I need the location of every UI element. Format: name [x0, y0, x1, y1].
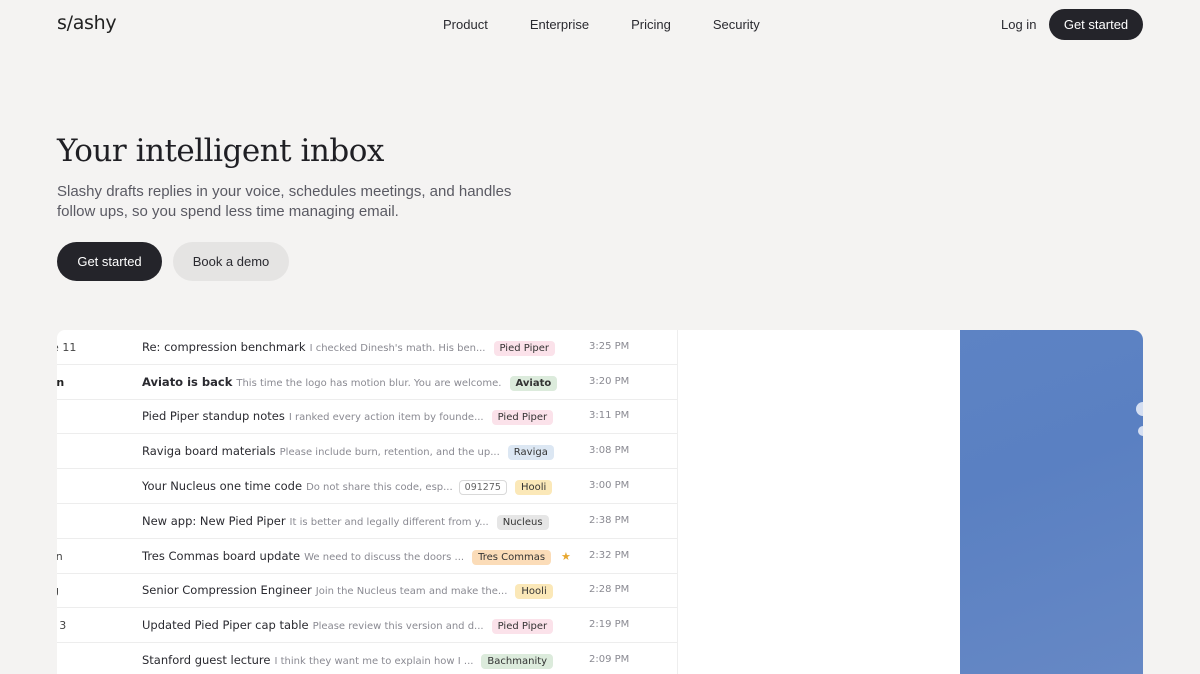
login-link[interactable]: Log in [1001, 17, 1036, 32]
email-subject: Raviga board materials [142, 444, 276, 458]
email-preview: Do not share this code, esp... [306, 482, 453, 493]
email-sender: an [57, 550, 63, 563]
email-list: le 11 Re: compression benchmarkI checked … [57, 330, 677, 674]
star-icon[interactable]: ★ [561, 550, 571, 563]
reading-pane [677, 330, 960, 674]
email-time: 2:28 PM [589, 584, 630, 595]
email-label-tag[interactable]: Bachmanity [481, 654, 554, 669]
email-subject: Re: compression benchmark [142, 340, 306, 354]
email-time: 3:20 PM [589, 376, 630, 387]
email-subject-line: Re: compression benchmark I checked Dines… [142, 340, 555, 356]
inbox-preview: le 11 Re: compression benchmarkI checked … [57, 330, 1143, 674]
email-time: 3:00 PM [589, 480, 630, 491]
email-time: 2:19 PM [589, 619, 630, 630]
email-subject-line: Tres Commas board update We need to discu… [142, 549, 552, 565]
email-row[interactable]: ıg Senior Compression EngineerJoin the Nu… [57, 573, 677, 608]
email-time: 3:11 PM [589, 410, 630, 421]
email-label-tag[interactable]: Tres Commas [472, 550, 552, 565]
email-label-tag[interactable]: Nucleus [496, 515, 549, 530]
email-subject: Aviato is back [142, 375, 233, 389]
email-row[interactable]: 2Raviga board materialsPlease include bu… [57, 434, 677, 469]
hero-title: Your intelligent inbox [57, 133, 384, 169]
email-row[interactable]: an Aviato is backThis time the logo has m… [57, 365, 677, 400]
nav-link-enterprise[interactable]: Enterprise [530, 17, 589, 32]
email-subject-line: New app: New Pied Piper It is better and … [142, 514, 549, 530]
book-demo-button[interactable]: Book a demo [173, 242, 289, 281]
email-sender: an [57, 376, 65, 389]
email-preview: It is better and legally different from … [289, 517, 489, 528]
email-row[interactable]: Pied Piper standup notes I ranked every a… [57, 399, 677, 434]
email-subject-line: Stanford guest lecture I think they want … [142, 653, 554, 669]
email-preview: I think they want me to explain how I ..… [274, 656, 474, 667]
email-label-tag[interactable]: Hooli [514, 480, 553, 495]
email-preview: Please review this version and d... [312, 621, 484, 632]
email-preview: I ranked every action item by founde... [288, 412, 484, 423]
email-subject: Pied Piper standup notes [142, 409, 285, 423]
email-preview: We need to discuss the doors ... [304, 552, 465, 563]
email-label-tag[interactable]: Pied Piper [491, 619, 554, 634]
sky-photo [960, 330, 1143, 674]
nav-links: Product Enterprise Pricing Security [443, 17, 802, 32]
email-subject: New app: New Pied Piper [142, 514, 286, 528]
email-label-tag[interactable]: Hooli [515, 584, 553, 599]
email-row[interactable]: Stanford guest lecture I think they want … [57, 643, 677, 674]
nav-link-product[interactable]: Product [443, 17, 488, 32]
email-preview: This time the logo has motion blur. You … [236, 378, 502, 389]
logo[interactable]: s/ashy [57, 12, 117, 34]
email-preview: I checked Dinesh's math. His ben... [309, 343, 486, 354]
get-started-button[interactable]: Get started [57, 242, 162, 281]
email-preview: Join the Nucleus team and make the... [315, 586, 508, 597]
nav-get-started-button[interactable]: Get started [1049, 9, 1143, 40]
email-subject-line: Raviga board materials Please include bur… [142, 444, 554, 460]
email-subject-line: Aviato is back This time the logo has mot… [142, 375, 558, 391]
hero-subtitle: Slashy drafts replies in your voice, sch… [57, 183, 512, 220]
email-subject-line: Your Nucleus one time code Do not share t… [142, 479, 553, 495]
email-time: 3:25 PM [589, 341, 630, 352]
email-sender: ıg [57, 584, 59, 597]
email-label-tag[interactable]: Pied Piper [493, 341, 555, 356]
email-sender: e 3 [57, 619, 67, 632]
email-label-tag[interactable]: Aviato [509, 376, 558, 391]
email-row[interactable]: 3Your Nucleus one time codeDo not share … [57, 469, 677, 504]
email-subject-line: Senior Compression Engineer Join the Nucl… [142, 583, 553, 599]
cloud-shape [1138, 426, 1143, 436]
email-row[interactable]: New app: New Pied Piper It is better and … [57, 504, 677, 539]
nav-link-pricing[interactable]: Pricing [631, 17, 671, 32]
email-subject-line: Updated Pied Piper cap table Please revie… [142, 618, 554, 634]
cloud-shape [1136, 402, 1143, 416]
email-time: 2:09 PM [589, 654, 630, 665]
email-preview: Please include burn, retention, and the … [279, 447, 500, 458]
email-subject-line: Pied Piper standup notes I ranked every a… [142, 409, 554, 425]
email-row[interactable]: e 3 Updated Pied Piper cap tablePlease re… [57, 608, 677, 643]
email-subject: Stanford guest lecture [142, 653, 271, 667]
email-subject: Senior Compression Engineer [142, 583, 312, 597]
email-subject: Tres Commas board update [142, 549, 301, 563]
email-label-tag[interactable]: Raviga [507, 445, 554, 460]
email-subject: Updated Pied Piper cap table [142, 618, 309, 632]
nav-link-security[interactable]: Security [713, 17, 760, 32]
email-label-tag[interactable]: Pied Piper [491, 410, 554, 425]
verification-code-chip[interactable]: 091275 [458, 480, 507, 495]
email-sender: le 11 [57, 341, 77, 354]
top-nav: s/ashy Product Enterprise Pricing Securi… [0, 0, 1200, 48]
email-time: 2:38 PM [589, 515, 630, 526]
email-row[interactable]: le 11 Re: compression benchmarkI checked … [57, 330, 677, 365]
email-time: 3:08 PM [589, 445, 630, 456]
email-time: 2:32 PM [589, 550, 630, 561]
email-subject: Your Nucleus one time code [142, 479, 303, 493]
email-row[interactable]: an Tres Commas board updateWe need to dis… [57, 539, 677, 574]
